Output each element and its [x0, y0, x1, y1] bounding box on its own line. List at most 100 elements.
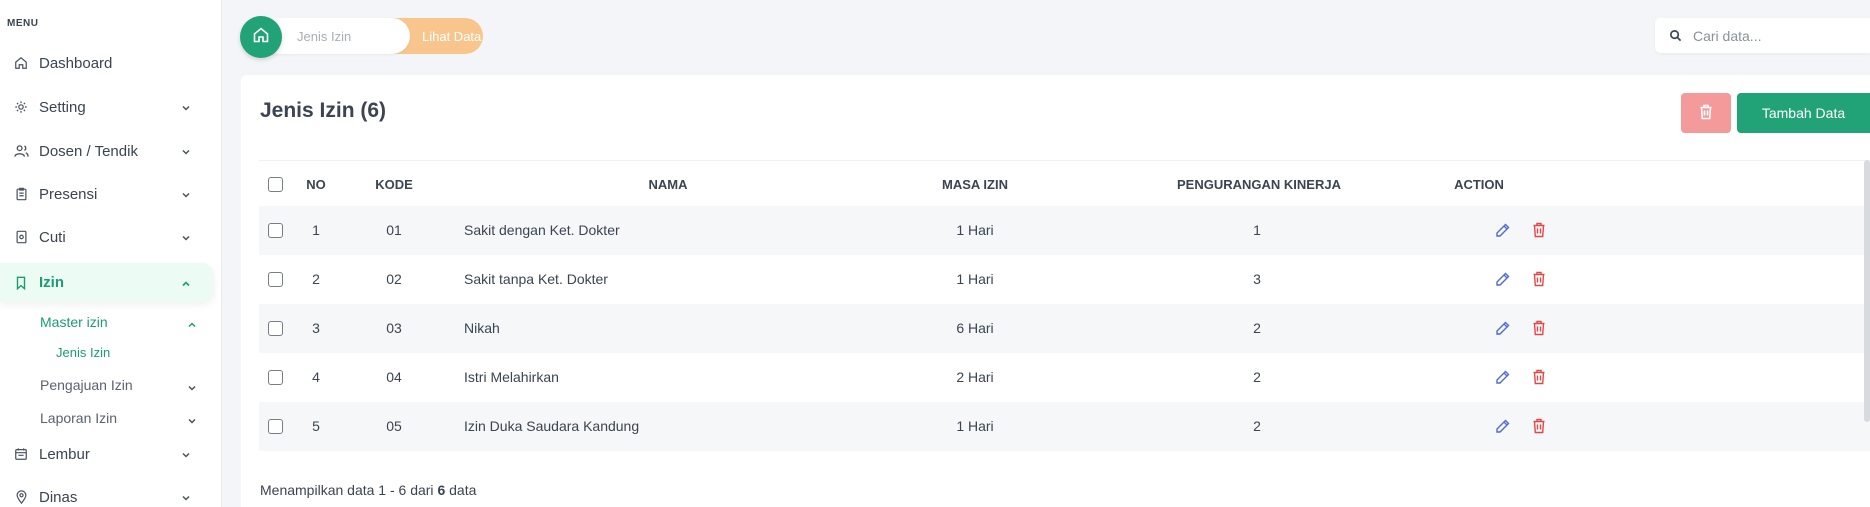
cell-kode: 05	[386, 418, 402, 434]
bookmark-icon	[13, 275, 29, 291]
trash-icon[interactable]	[1532, 271, 1548, 287]
column-header-kode: KODE	[375, 177, 413, 192]
cell-nama: Istri Melahirkan	[464, 369, 559, 385]
chevron-down-icon[interactable]	[186, 414, 198, 426]
trash-icon	[1699, 104, 1713, 123]
edit-icon[interactable]	[1495, 320, 1511, 336]
edit-icon[interactable]	[1495, 369, 1511, 385]
sidebar-subitem-pengajuan-izin[interactable]: Pengajuan Izin	[40, 377, 133, 393]
pagination-info: Menampilkan data 1 - 6 dari 6 data	[260, 482, 476, 498]
add-data-button[interactable]: Tambah Data	[1737, 93, 1870, 133]
row-checkbox[interactable]	[268, 223, 283, 238]
home-icon	[252, 26, 270, 49]
clipboard-icon	[13, 186, 29, 202]
page-title: Jenis Izin (6)	[260, 99, 387, 122]
chevron-down-icon	[180, 491, 192, 503]
sidebar-item-izin[interactable]: Izin	[0, 263, 214, 302]
cell-masa-izin: 6 Hari	[956, 320, 994, 336]
breadcrumb-home-button[interactable]	[240, 16, 282, 58]
sidebar-subitem-jenis-izin[interactable]: Jenis Izin	[56, 345, 110, 360]
sidebar-item-dosen-tendik[interactable]: Dosen / Tendik	[0, 133, 214, 169]
row-checkbox[interactable]	[268, 272, 283, 287]
table-row: 5 05 Izin Duka Saudara Kandung 1 Hari 2	[259, 402, 1870, 451]
sidebar-item-label: Presensi	[39, 185, 98, 203]
cell-pengurangan: 2	[1253, 320, 1261, 336]
column-header-action: ACTION	[1454, 177, 1504, 192]
search-input[interactable]	[1693, 27, 1863, 44]
cell-nama: Sakit dengan Ket. Dokter	[464, 222, 620, 238]
chevron-down-icon[interactable]	[186, 381, 198, 393]
chevron-down-icon	[180, 101, 192, 113]
sidebar-item-label: Dinas	[39, 488, 78, 506]
column-header-masa-izin: MASA IZIN	[942, 177, 1008, 192]
pagination-prefix: Menampilkan data 1 - 6 dari	[260, 482, 438, 498]
select-all-checkbox[interactable]	[268, 177, 283, 192]
sidebar-item-label: Lembur	[39, 445, 90, 463]
table-row: 1 01 Sakit dengan Ket. Dokter 1 Hari 1	[259, 206, 1870, 255]
cell-no: 3	[312, 320, 320, 336]
scrollbar[interactable]	[1864, 160, 1870, 422]
breadcrumb-jenis-izin[interactable]: Jenis Izin	[260, 18, 410, 54]
sidebar-item-lembur[interactable]: Lembur	[0, 436, 214, 472]
row-checkbox[interactable]	[268, 370, 283, 385]
sidebar-item-label: Cuti	[39, 228, 66, 246]
table-row: 2 02 Sakit tanpa Ket. Dokter 1 Hari 3	[259, 255, 1870, 304]
sidebar: MENU Dashboard Setting Dosen / Tendik Pr…	[0, 0, 222, 507]
users-icon	[13, 143, 29, 159]
sidebar-item-label: Dashboard	[39, 54, 113, 72]
cell-pengurangan: 2	[1253, 369, 1261, 385]
row-checkbox[interactable]	[268, 321, 283, 336]
cell-no: 2	[312, 271, 320, 287]
table-row: 3 03 Nikah 6 Hari 2	[259, 304, 1870, 353]
home-icon	[13, 55, 29, 71]
cell-kode: 01	[386, 222, 402, 238]
chevron-down-icon	[180, 145, 192, 157]
cell-kode: 03	[386, 320, 402, 336]
edit-icon[interactable]	[1495, 418, 1511, 434]
search-box	[1655, 18, 1870, 53]
trash-icon[interactable]	[1532, 369, 1548, 385]
pagination-suffix: data	[445, 482, 477, 498]
row-checkbox[interactable]	[268, 419, 283, 434]
trash-icon[interactable]	[1532, 222, 1548, 238]
cell-no: 4	[312, 369, 320, 385]
sidebar-item-dashboard[interactable]: Dashboard	[0, 45, 214, 81]
cell-kode: 02	[386, 271, 402, 287]
chevron-down-icon	[180, 448, 192, 460]
cell-pengurangan: 3	[1253, 271, 1261, 287]
menu-title: MENU	[7, 18, 39, 29]
chevron-up-icon[interactable]	[186, 318, 198, 330]
sidebar-item-label: Dosen / Tendik	[39, 142, 138, 160]
map-pin-icon	[13, 489, 29, 505]
sidebar-subitem-laporan-izin[interactable]: Laporan Izin	[40, 410, 117, 426]
cell-nama: Sakit tanpa Ket. Dokter	[464, 271, 608, 287]
calendar-icon	[13, 446, 29, 462]
cell-masa-izin: 1 Hari	[956, 418, 994, 434]
cell-pengurangan: 2	[1253, 418, 1261, 434]
chevron-down-icon	[180, 231, 192, 243]
chevron-up-icon	[180, 277, 192, 289]
table-row: 4 04 Istri Melahirkan 2 Hari 2	[259, 353, 1870, 402]
sidebar-item-setting[interactable]: Setting	[0, 89, 214, 125]
trash-icon[interactable]	[1532, 320, 1548, 336]
gear-icon	[13, 99, 29, 115]
edit-icon[interactable]	[1495, 271, 1511, 287]
table-header: NO KODE NAMA MASA IZIN PENGURANGAN KINER…	[259, 160, 1870, 206]
edit-icon[interactable]	[1495, 222, 1511, 238]
cell-kode: 04	[386, 369, 402, 385]
trash-icon[interactable]	[1532, 418, 1548, 434]
cell-nama: Izin Duka Saudara Kandung	[464, 418, 640, 434]
document-icon	[13, 229, 29, 245]
sidebar-subitem-master-izin[interactable]: Master izin	[40, 314, 108, 330]
search-icon	[1669, 29, 1683, 43]
column-header-nama: NAMA	[648, 177, 688, 192]
cell-pengurangan: 1	[1253, 222, 1261, 238]
sidebar-item-presensi[interactable]: Presensi	[0, 176, 214, 212]
sidebar-item-dinas[interactable]: Dinas	[0, 479, 214, 507]
bulk-delete-button[interactable]	[1681, 93, 1731, 133]
cell-no: 5	[312, 418, 320, 434]
cell-masa-izin: 2 Hari	[956, 369, 994, 385]
sidebar-item-label: Setting	[39, 98, 86, 116]
sidebar-item-label: Izin	[39, 274, 64, 291]
sidebar-item-cuti[interactable]: Cuti	[0, 219, 214, 255]
